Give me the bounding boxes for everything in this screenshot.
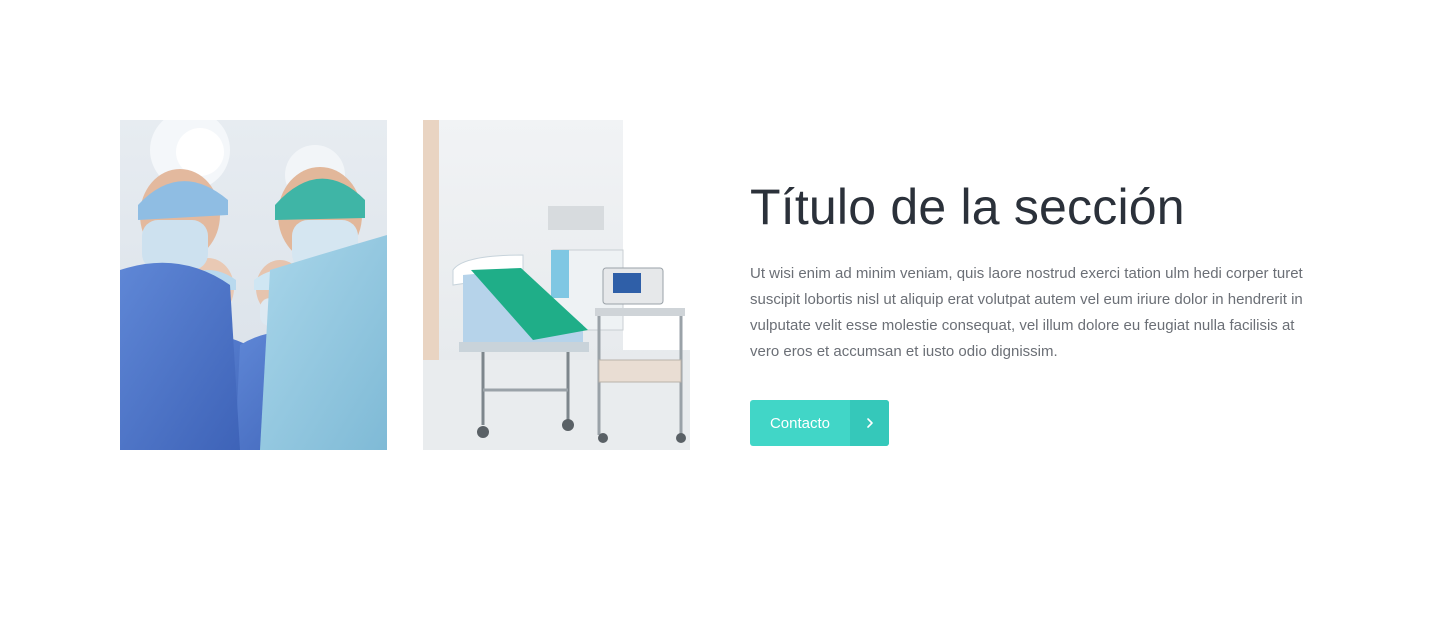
content-section: Título de la sección Ut wisi enim ad min… [0, 0, 1440, 619]
hospital-bed-photo [423, 120, 690, 450]
contact-button-label: Contacto [769, 414, 831, 432]
section-title: Título de la sección [750, 179, 1185, 235]
chevron-right-icon [850, 400, 889, 446]
surgeons-photo [120, 120, 387, 450]
section-content: Título de la sección Ut wisi enim ad min… [750, 176, 1320, 446]
section-body: Ut wisi enim ad minim veniam, quis laore… [750, 265, 1303, 360]
contact-button[interactable]: Contacto [750, 400, 889, 446]
